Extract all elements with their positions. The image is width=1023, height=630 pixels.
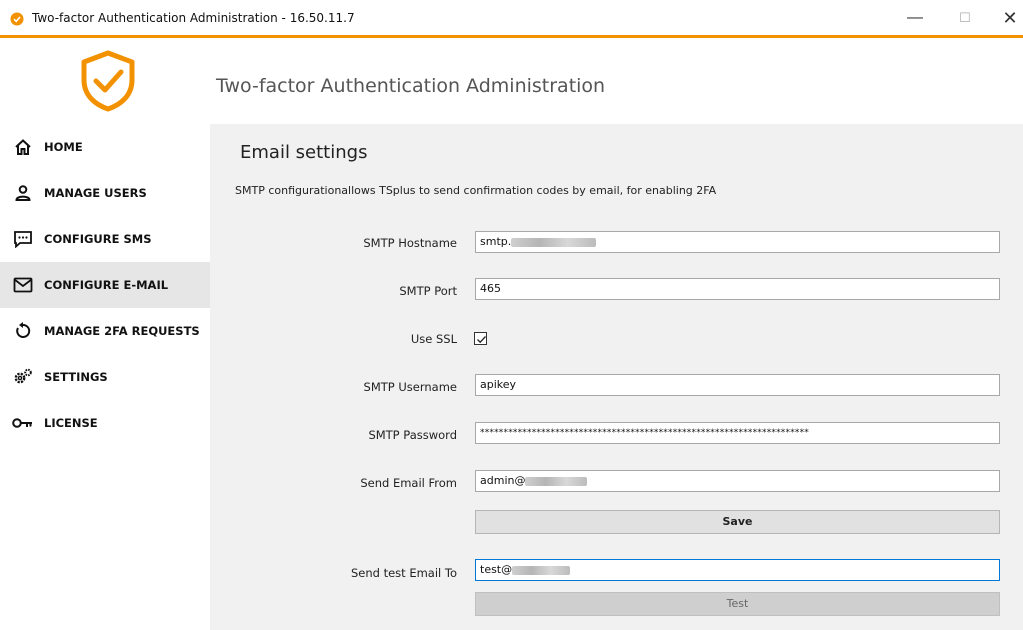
app-title: Two-factor Authentication Administration xyxy=(216,75,606,97)
sidebar-item-label: CONFIGURE E-MAIL xyxy=(44,278,169,292)
sidebar-item-license[interactable]: LICENSE xyxy=(0,400,210,446)
redacted-text xyxy=(525,476,588,486)
shield-check-icon xyxy=(81,50,135,112)
page-title: Email settings xyxy=(240,142,368,163)
smtp-port-label: SMTP Port xyxy=(399,284,457,298)
redacted-text xyxy=(512,565,571,575)
window-titlebar: Two-factor Authentication Administration… xyxy=(0,0,1023,38)
sms-icon xyxy=(12,228,34,250)
redacted-text xyxy=(511,237,597,247)
gear-icon xyxy=(12,366,34,388)
maximize-button[interactable]: ☐ xyxy=(950,6,980,30)
page-description: SMTP configurationallows TSplus to send … xyxy=(235,184,717,197)
sidebar-item-configure-email[interactable]: CONFIGURE E-MAIL xyxy=(0,262,210,308)
app-header: Two-factor Authentication Administration xyxy=(0,38,1023,124)
sidebar: HOME MANAGE USERS CONFIGURE SMS CONFIGUR… xyxy=(0,124,210,630)
send-email-from-value: admin@ xyxy=(480,474,526,487)
checkmark-icon xyxy=(477,336,486,344)
shield-check-icon xyxy=(10,12,24,26)
window-title: Two-factor Authentication Administration… xyxy=(32,11,355,25)
smtp-username-value: apikey xyxy=(480,378,517,391)
close-button[interactable]: ✕ xyxy=(995,6,1023,30)
send-test-email-label: Send test Email To xyxy=(350,566,457,580)
smtp-hostname-label: SMTP Hostname xyxy=(363,236,457,250)
sidebar-item-label: CONFIGURE SMS xyxy=(44,232,152,246)
key-icon xyxy=(12,412,34,434)
sidebar-item-configure-sms[interactable]: CONFIGURE SMS xyxy=(0,216,210,262)
sidebar-item-label: SETTINGS xyxy=(44,370,108,384)
email-settings-panel: Email settings SMTP configurationallows … xyxy=(210,124,1023,630)
sidebar-item-settings[interactable]: SETTINGS xyxy=(0,354,210,400)
use-ssl-label: Use SSL xyxy=(410,332,457,346)
use-ssl-checkbox[interactable] xyxy=(474,332,487,345)
send-test-email-input[interactable]: test@ xyxy=(475,559,1000,581)
mail-icon xyxy=(12,274,34,296)
send-email-from-input[interactable]: admin@ xyxy=(475,470,1000,492)
sidebar-item-manage-users[interactable]: MANAGE USERS xyxy=(0,170,210,216)
smtp-password-value: ****************************************… xyxy=(480,428,809,438)
sidebar-item-label: LICENSE xyxy=(44,416,98,430)
smtp-hostname-input[interactable]: smtp. xyxy=(475,231,1000,253)
send-email-from-label: Send Email From xyxy=(360,476,457,490)
sidebar-item-label: MANAGE 2FA REQUESTS xyxy=(44,324,200,338)
home-icon xyxy=(12,136,34,158)
sidebar-item-label: HOME xyxy=(44,140,83,154)
smtp-username-input[interactable]: apikey xyxy=(475,374,1000,396)
save-button[interactable]: Save xyxy=(475,510,1000,534)
smtp-password-label: SMTP Password xyxy=(368,428,457,442)
minimize-button[interactable]: — xyxy=(900,6,930,30)
sidebar-item-label: MANAGE USERS xyxy=(44,186,147,200)
user-icon xyxy=(12,182,34,204)
smtp-username-label: SMTP Username xyxy=(363,380,457,394)
smtp-port-input[interactable]: 465 xyxy=(475,278,1000,300)
smtp-password-input[interactable]: ****************************************… xyxy=(475,422,1000,444)
smtp-port-value: 465 xyxy=(480,282,501,295)
test-button[interactable]: Test xyxy=(475,592,1000,616)
send-test-email-value: test@ xyxy=(480,563,513,576)
sidebar-item-manage-2fa-requests[interactable]: MANAGE 2FA REQUESTS xyxy=(0,308,210,354)
sidebar-item-home[interactable]: HOME xyxy=(0,124,210,170)
smtp-hostname-value: smtp. xyxy=(480,235,512,248)
refresh-icon xyxy=(12,320,34,342)
